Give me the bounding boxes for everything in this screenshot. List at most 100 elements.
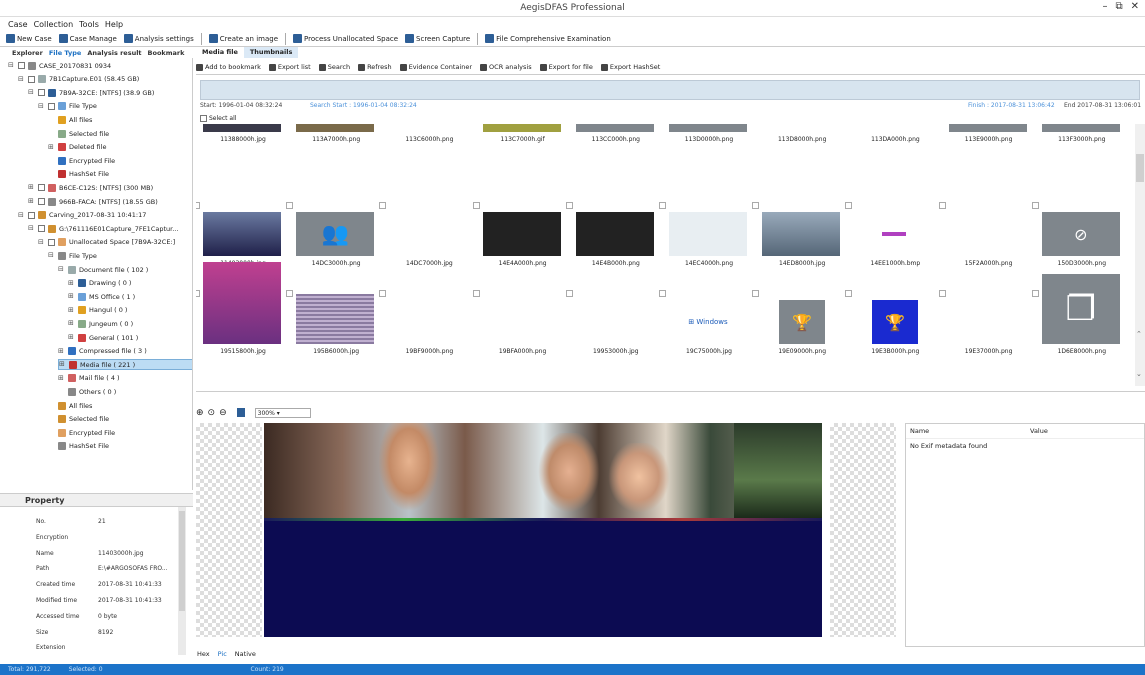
tab-analysis-result[interactable]: Analysis result	[87, 49, 141, 57]
expand-icon[interactable]	[48, 443, 55, 450]
tree-node[interactable]: ⊟ Carving_2017-08-31 10:41:17	[18, 210, 146, 221]
thumbnail-item[interactable]: 113F3000h.png	[1041, 124, 1122, 143]
tree-node[interactable]: ⊞ Deleted file	[48, 142, 106, 153]
zoom-in-icon[interactable]: ⊕	[196, 408, 204, 418]
tab-file-type[interactable]: File Type	[49, 49, 82, 57]
thumbnail-item[interactable]: 15F2A000h.png	[938, 202, 1029, 267]
thumbnail-item[interactable]: 19E37000h.png	[938, 290, 1029, 355]
tab-pic[interactable]: Pic	[218, 650, 227, 658]
tab-hex[interactable]: Hex	[197, 650, 210, 658]
scroll-down-icon[interactable]: ⌄	[1136, 370, 1142, 378]
zoom-out-icon[interactable]: ⊖	[219, 408, 227, 418]
thumbnail-checkbox[interactable]	[286, 290, 294, 297]
expand-icon[interactable]: ⊞	[58, 374, 65, 382]
close-button[interactable]: ✕	[1131, 1, 1139, 12]
tree-node[interactable]: Others ( 0 )	[58, 386, 116, 397]
tree-checkbox[interactable]	[48, 238, 55, 246]
expand-icon[interactable]: ⊞	[28, 184, 35, 191]
zoom-fit-icon[interactable]: ⊙	[208, 408, 216, 418]
action-button[interactable]: Add to bookmark	[196, 63, 261, 71]
expand-icon[interactable]: ⊞	[68, 306, 75, 314]
case-manage-button[interactable]: Case Manage	[58, 34, 117, 43]
thumbnail-item[interactable]: 113CC000h.png	[575, 124, 656, 143]
tree-node[interactable]: HashSet File	[48, 169, 109, 180]
expand-icon[interactable]	[48, 416, 55, 423]
expand-icon[interactable]: ⊞	[68, 334, 75, 341]
thumbnail-checkbox[interactable]	[472, 290, 480, 297]
tree-node[interactable]: ⊞ MS Office ( 1 )	[68, 291, 135, 302]
expand-icon[interactable]	[48, 429, 55, 436]
thumbnail-checkbox[interactable]	[196, 202, 200, 209]
thumbnail-checkbox[interactable]	[659, 290, 666, 297]
minimize-button[interactable]: –	[1102, 1, 1107, 12]
expand-icon[interactable]	[48, 130, 55, 137]
tree-checkbox[interactable]	[38, 198, 45, 205]
tree-node[interactable]: ⊞ Hangul ( 0 )	[68, 305, 127, 316]
thumbnail-item[interactable]: 🏆 19E09000h.png	[752, 290, 842, 355]
tree-node[interactable]: ⊞ Jungeum ( 0 )	[68, 318, 133, 329]
tree-checkbox[interactable]	[38, 184, 45, 192]
expand-icon[interactable]	[58, 388, 65, 395]
expand-icon[interactable]: ⊞	[59, 361, 66, 368]
tab-bookmark[interactable]: Bookmark	[148, 49, 185, 57]
thumbnail-checkbox[interactable]	[659, 202, 666, 209]
tab-native[interactable]: Native	[235, 650, 256, 658]
thumbnail-item[interactable]: 113DA000h.png	[855, 124, 935, 143]
thumbnail-item[interactable]: 113E9000h.png	[948, 124, 1029, 143]
thumbnail-checkbox[interactable]	[196, 290, 200, 297]
thumbnail-item[interactable]: 19515800h.jpg	[196, 262, 283, 355]
action-button[interactable]: Export for file	[539, 63, 593, 71]
thumbnail-item[interactable]: ⊘ 150D3000h.png	[1031, 202, 1122, 267]
process-unallocated-button[interactable]: Process Unallocated Space	[293, 34, 398, 43]
tree-node[interactable]: Encrypted File	[48, 427, 115, 438]
tree-node[interactable]: ⊟ Unallocated Space [7B9A-32CE:]	[38, 237, 175, 248]
menu-help[interactable]: Help	[105, 20, 123, 29]
expand-icon[interactable]: ⊞	[48, 143, 55, 151]
thumbnail-checkbox[interactable]	[752, 290, 760, 297]
save-icon[interactable]	[236, 408, 245, 417]
tree-node[interactable]: Selected file	[48, 414, 109, 425]
tree-node[interactable]: ⊞ Compressed file ( 3 )	[58, 346, 147, 357]
thumbnail-item[interactable]: 11403000h.jpg	[196, 202, 283, 267]
thumbnail-item[interactable]: 14DC7000h.jpg	[379, 202, 469, 267]
expand-icon[interactable]: ⊞	[68, 293, 75, 300]
collapse-icon[interactable]: ⊟	[18, 75, 25, 83]
collapse-icon[interactable]: ⊟	[18, 211, 25, 219]
thumbnail-item[interactable]: ❐ 1D6E8000h.png	[1031, 274, 1122, 355]
tree-checkbox[interactable]	[48, 102, 55, 110]
thumbnail-checkbox[interactable]	[845, 202, 853, 209]
tree-node[interactable]: ⊞ 966B-FACA: [NTFS] (18.55 GB)	[28, 196, 158, 207]
thumbnail-checkbox[interactable]	[565, 202, 573, 209]
action-button[interactable]: Export list	[268, 63, 311, 71]
thumbnail-checkbox[interactable]	[845, 290, 853, 297]
expand-icon[interactable]	[48, 116, 55, 123]
thumbnail-item[interactable]: 113D0000h.png	[669, 124, 749, 143]
menu-tools[interactable]: Tools	[79, 20, 99, 29]
collapse-icon[interactable]: ⊟	[38, 102, 45, 110]
thumbnail-item[interactable]: 113C6000h.png	[389, 124, 469, 143]
tree-checkbox[interactable]	[18, 62, 25, 69]
tree-node[interactable]: All files	[48, 114, 92, 125]
tree-node[interactable]: ⊞ Media file ( 221 )	[58, 359, 192, 371]
thumbnail-checkbox[interactable]	[286, 202, 294, 209]
thumbnail-item[interactable]: 11388000h.jpg	[203, 124, 283, 143]
thumbnail-item[interactable]: 14EE1000h.bmp	[845, 202, 935, 267]
tree-node[interactable]: ⊟ CASE_20170831 0934	[8, 60, 111, 71]
thumbnail-item[interactable]: ⊞ Windows 19C75000h.jpg	[659, 290, 749, 355]
analysis-settings-button[interactable]: Analysis settings	[123, 34, 194, 43]
action-button[interactable]: Export HashSet	[600, 63, 660, 71]
tree-node[interactable]: ⊞ B6CE-C12S: [NTFS] (300 MB)	[28, 182, 153, 193]
maximize-button[interactable]: ⧉	[1115, 1, 1122, 12]
thumbnail-item[interactable]: 19BFA000h.png	[472, 290, 563, 355]
thumbnail-item[interactable]: 14E4A000h.png	[472, 202, 563, 267]
zoom-select[interactable]: 300% ▾	[254, 407, 311, 418]
collapse-icon[interactable]: ⊟	[28, 89, 35, 96]
action-button[interactable]: Refresh	[358, 63, 392, 71]
scrollbar-thumb[interactable]	[179, 511, 185, 611]
expand-icon[interactable]: ⊞	[58, 347, 65, 355]
thumbnail-checkbox[interactable]	[565, 290, 573, 297]
pane-divider[interactable]	[196, 391, 1145, 392]
menu-collection[interactable]: Collection	[34, 20, 74, 29]
tree-node[interactable]: All files	[48, 400, 92, 411]
file-examination-button[interactable]: File Comprehensive Examination	[485, 34, 611, 43]
